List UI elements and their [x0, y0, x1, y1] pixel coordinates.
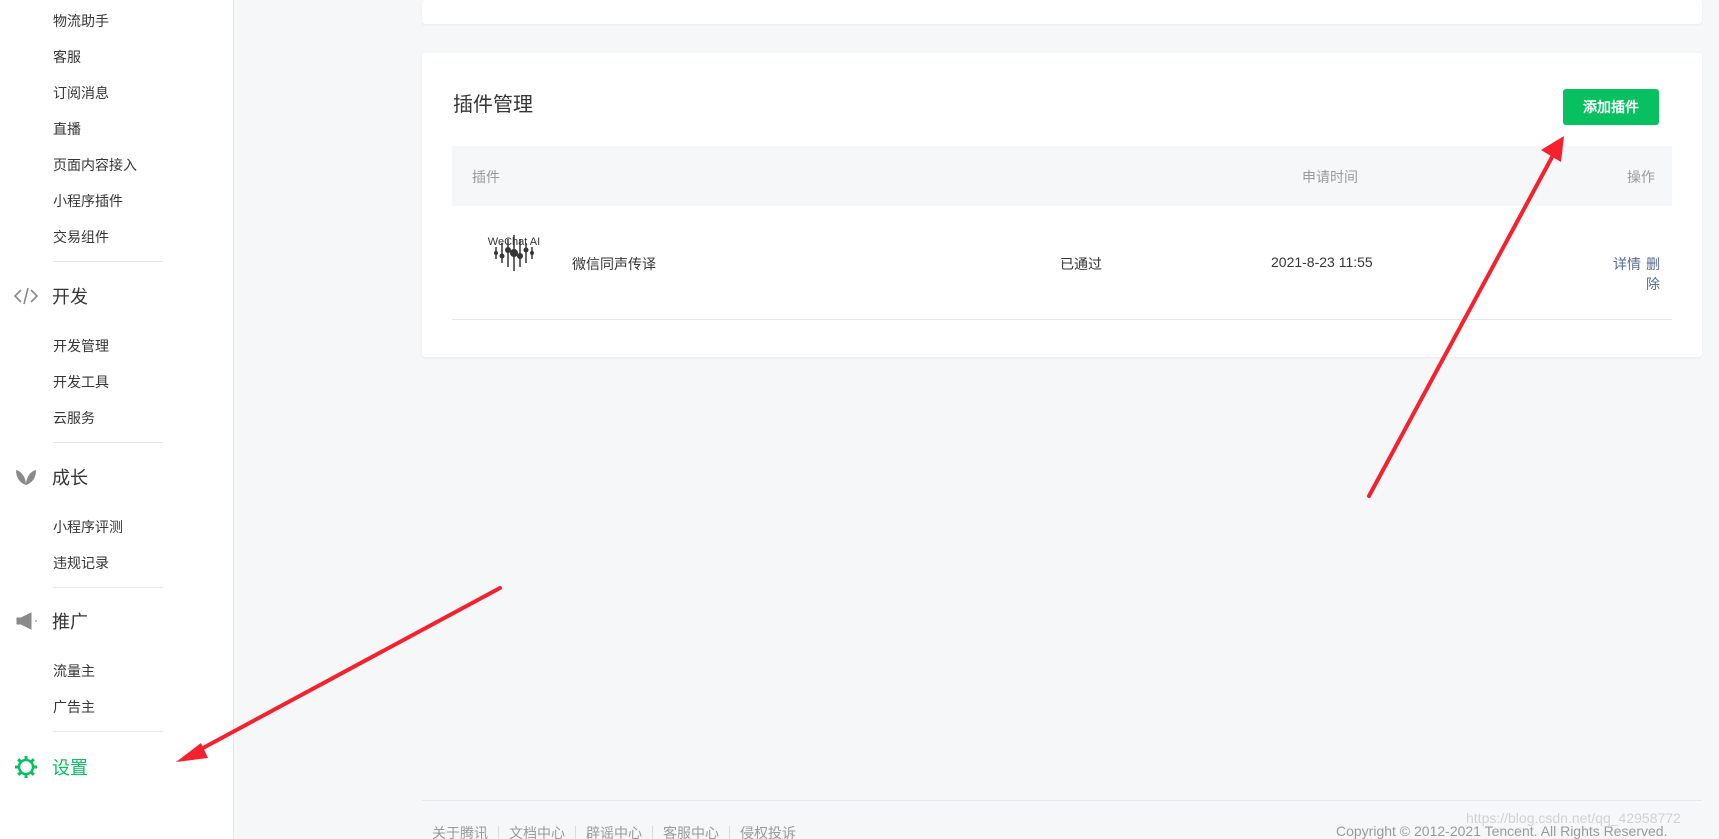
sidebar-item-violations[interactable]: 违规记录 — [53, 553, 109, 573]
plugin-status: 已通过 — [1060, 256, 1102, 272]
card-title: 插件管理 — [453, 94, 533, 116]
sidebar-group-promotion[interactable]: 推广 — [14, 608, 88, 634]
sidebar-item-page-content[interactable]: 页面内容接入 — [53, 155, 137, 175]
sidebar-item-dev-tools[interactable]: 开发工具 — [53, 372, 109, 392]
gear-icon — [14, 755, 38, 779]
footer-link-infringement[interactable]: 侵权投诉 — [740, 823, 796, 839]
sidebar-group-label: 推广 — [52, 612, 88, 632]
plugin-name: 微信同声传译 — [572, 256, 656, 272]
table-row: WeChat AI 微信同声传译 已通过 2021-8-23 11:55 详情 … — [452, 206, 1672, 320]
table-header: 插件 申请时间 操作 — [452, 146, 1672, 206]
sidebar-item-live[interactable]: 直播 — [53, 119, 81, 139]
top-card — [422, 0, 1702, 24]
footer-link-about-tencent[interactable]: 关于腾讯 — [432, 823, 488, 839]
delete-link[interactable]: 删除 — [1646, 254, 1672, 294]
sidebar-item-customer-service[interactable]: 客服 — [53, 47, 81, 67]
sidebar-divider — [53, 442, 163, 443]
logo-text: WeChat AI — [487, 236, 541, 248]
megaphone-icon — [14, 609, 38, 633]
footer-link-docs[interactable]: 文档中心 — [509, 823, 565, 839]
sidebar-item-logistics[interactable]: 物流助手 — [53, 11, 109, 31]
plugin-management-card: 插件管理 添加插件 插件 申请时间 操作 WeChat AI 微信同声传译 已通… — [422, 53, 1702, 357]
footer-links: 关于腾讯 文档中心 辟谣中心 客服中心 侵权投诉 — [432, 823, 796, 839]
sidebar-item-subscription-messages[interactable]: 订阅消息 — [53, 83, 109, 103]
sidebar-group-label: 开发 — [52, 287, 88, 307]
sidebar-group-develop[interactable]: 开发 — [14, 283, 88, 309]
plugin-apply-time: 2021-8-23 11:55 — [1271, 254, 1373, 270]
sidebar-item-traffic-owner[interactable]: 流量主 — [53, 661, 95, 681]
column-header-plugin: 插件 — [472, 169, 500, 185]
sidebar-item-trade-components[interactable]: 交易组件 — [53, 227, 109, 247]
wechat-ai-logo: WeChat AI — [482, 234, 546, 294]
sidebar-group-label: 成长 — [52, 468, 88, 488]
footer-link-rumor-center[interactable]: 辟谣中心 — [586, 823, 642, 839]
leaf-icon — [14, 465, 38, 489]
detail-link[interactable]: 详情 — [1613, 254, 1641, 274]
sidebar-divider — [53, 587, 163, 588]
sidebar-divider — [53, 261, 163, 262]
sidebar-item-dev-management[interactable]: 开发管理 — [53, 336, 109, 356]
sidebar-divider — [53, 731, 163, 732]
sidebar: 物流助手 客服 订阅消息 直播 页面内容接入 小程序插件 交易组件 开发 开发管… — [0, 0, 234, 839]
footer-divider — [422, 800, 1702, 801]
footer-link-customer-service[interactable]: 客服中心 — [663, 823, 719, 839]
add-plugin-button[interactable]: 添加插件 — [1563, 89, 1659, 125]
sidebar-item-evaluation[interactable]: 小程序评测 — [53, 517, 123, 537]
column-header-apply-time: 申请时间 — [1302, 169, 1358, 185]
column-header-actions: 操作 — [1627, 169, 1655, 185]
sidebar-group-label: 设置 — [52, 758, 88, 778]
sidebar-group-settings[interactable]: 设置 — [14, 754, 88, 780]
sidebar-group-growth[interactable]: 成长 — [14, 464, 88, 490]
code-icon — [14, 284, 38, 308]
watermark: https://blog.csdn.net/qq_42958772 — [1466, 810, 1681, 826]
sidebar-item-advertiser[interactable]: 广告主 — [53, 697, 95, 717]
sidebar-item-cloud-services[interactable]: 云服务 — [53, 408, 95, 428]
sidebar-item-mini-program-plugins[interactable]: 小程序插件 — [53, 191, 123, 211]
